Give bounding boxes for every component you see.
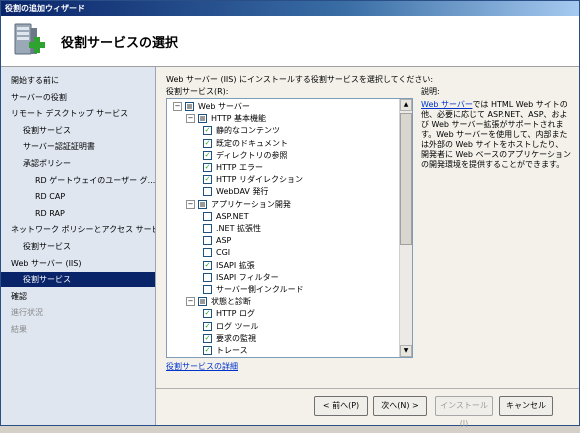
main-panel: Web サーバー (IIS) にインストールする役割サービスを選択してください:… bbox=[156, 67, 579, 425]
checkbox[interactable]: ✓ bbox=[203, 175, 212, 185]
checkbox[interactable] bbox=[203, 187, 212, 197]
instruction-text: Web サーバー (IIS) にインストールする役割サービスを選択してください: bbox=[166, 75, 434, 84]
checkbox[interactable]: ✓ bbox=[203, 126, 212, 136]
back-button[interactable]: < 前へ(P) bbox=[314, 396, 368, 416]
nav-step[interactable]: RD CAP bbox=[1, 189, 155, 204]
description-title: 説明: bbox=[421, 87, 440, 96]
checkbox[interactable]: ✓ bbox=[203, 260, 212, 270]
window-title: 役割の追加ウィザード bbox=[1, 1, 579, 16]
nav-step[interactable]: サーバー認証証明書 bbox=[1, 139, 155, 154]
checkbox[interactable] bbox=[203, 248, 212, 258]
tree-item-label: トレース bbox=[216, 346, 248, 355]
checkbox[interactable]: ✓ bbox=[203, 346, 212, 355]
tree-item-label: HTTP エラー bbox=[216, 163, 264, 172]
tree-item-label: ASP.NET bbox=[216, 211, 249, 221]
tree-item-label: HTTP ログ bbox=[216, 309, 256, 319]
checkbox[interactable]: ✓ bbox=[203, 138, 212, 148]
tree-item-label: ASP bbox=[216, 236, 232, 246]
tree-item-label: HTTP リダイレクション bbox=[216, 175, 304, 185]
tree-item-label: 静的なコンテンツ bbox=[216, 126, 280, 136]
server-add-icon bbox=[14, 23, 45, 55]
scroll-down-icon[interactable]: ▼ bbox=[400, 345, 412, 357]
nav-step[interactable]: Web サーバー (IIS) bbox=[1, 256, 155, 271]
nav-step[interactable]: 結果 bbox=[1, 322, 155, 337]
checkbox[interactable] bbox=[185, 102, 194, 111]
checkbox[interactable]: ✓ bbox=[203, 150, 212, 160]
wizard-window: 役割の追加ウィザード 役割サービスの選択 開始する前に サーバーの役割 リモート デ… bbox=[0, 0, 580, 428]
tree-item-label: ログ ツール bbox=[216, 321, 259, 331]
install-button[interactable]: インストール(I) bbox=[435, 396, 493, 428]
nav-step[interactable]: ネットワーク ポリシーとアクセス サービ... bbox=[1, 222, 155, 237]
cancel-button[interactable]: キャンセル bbox=[499, 396, 553, 416]
nav-step[interactable]: RD ゲートウェイのユーザー グ... bbox=[1, 173, 155, 188]
button-separator bbox=[156, 388, 579, 389]
scroll-up-icon[interactable]: ▲ bbox=[400, 99, 412, 111]
tree-item-label: HTTP 基本機能 bbox=[211, 114, 267, 124]
tree-item-label: WebDAV 発行 bbox=[216, 187, 269, 197]
collapse-icon[interactable]: − bbox=[186, 297, 195, 307]
tree-content: − Web サーバー − HTTP 基本機能 ✓ 静的なコンテンツ ✓ 既定のドキュメント ✓ デ… bbox=[167, 99, 400, 357]
tree-item-label: ISAPI フィルター bbox=[216, 272, 279, 282]
checkbox[interactable] bbox=[198, 297, 207, 307]
tree-item-label: ISAPI 拡張 bbox=[216, 260, 255, 270]
next-button[interactable]: 次へ(N) > bbox=[373, 396, 427, 416]
tree-item-label: アプリケーション開発 bbox=[211, 199, 291, 209]
description-text: Web サーバーでは HTML Web サイトの他、必要に応じて ASP.NET… bbox=[421, 100, 571, 170]
checkbox[interactable]: ✓ bbox=[203, 333, 212, 343]
checkbox[interactable]: ✓ bbox=[203, 163, 212, 172]
role-services-details-link[interactable]: 役割サービスの詳細 bbox=[166, 361, 238, 372]
tree-item-label: サーバー側インクルード bbox=[216, 285, 304, 294]
nav-step[interactable]: 役割サービス bbox=[1, 239, 155, 254]
tree-item-label: 要求の監視 bbox=[216, 333, 256, 343]
checkbox[interactable] bbox=[203, 285, 212, 294]
tree-label: 役割サービス(R): bbox=[166, 87, 229, 96]
nav-step[interactable]: 役割サービス bbox=[1, 272, 155, 288]
checkbox[interactable]: ✓ bbox=[203, 309, 212, 319]
nav-step[interactable]: 役割サービス bbox=[1, 123, 155, 138]
web-server-link[interactable]: Web サーバー bbox=[421, 100, 472, 109]
tree-item-label: CGI bbox=[216, 248, 231, 258]
collapse-icon[interactable]: − bbox=[186, 199, 195, 209]
scroll-thumb[interactable] bbox=[400, 113, 412, 245]
nav-step[interactable]: リモート デスクトップ サービス bbox=[1, 106, 155, 121]
nav-step[interactable]: 承認ポリシー bbox=[1, 156, 155, 171]
collapse-icon[interactable]: − bbox=[186, 114, 195, 124]
checkbox[interactable] bbox=[203, 236, 212, 246]
nav-step[interactable]: 開始する前に bbox=[1, 73, 155, 88]
tree-item-label: 既定のドキュメント bbox=[216, 138, 288, 148]
nav-step[interactable]: サーバーの役割 bbox=[1, 90, 155, 105]
nav-step[interactable]: 確認 bbox=[1, 289, 155, 304]
tree-item-label: Web サーバー bbox=[198, 102, 250, 111]
checkbox[interactable] bbox=[198, 114, 207, 124]
description-body: では HTML Web サイトの他、必要に応じて ASP.NET、ASP、および… bbox=[421, 100, 571, 169]
checkbox[interactable] bbox=[203, 211, 212, 221]
checkbox[interactable] bbox=[198, 199, 207, 209]
nav-step[interactable]: 進行状況 bbox=[1, 305, 155, 320]
wizard-steps-nav: 開始する前に サーバーの役割 リモート デスクトップ サービス 役割サービス サーバー認… bbox=[1, 67, 156, 425]
checkbox[interactable] bbox=[203, 272, 212, 282]
tree-scrollbar[interactable]: ▲ ▼ bbox=[399, 99, 412, 357]
tree-item-label: ディレクトリの参照 bbox=[216, 150, 288, 160]
wizard-header: 役割サービスの選択 bbox=[1, 16, 579, 67]
role-services-tree[interactable]: − Web サーバー − HTTP 基本機能 ✓ 静的なコンテンツ ✓ 既定のドキュメント ✓ デ… bbox=[166, 98, 413, 358]
nav-step[interactable]: RD RAP bbox=[1, 206, 155, 221]
tree-item-label: 状態と診断 bbox=[211, 297, 251, 307]
checkbox[interactable] bbox=[203, 224, 212, 233]
collapse-icon[interactable]: − bbox=[173, 102, 182, 111]
tree-item-label: .NET 拡張性 bbox=[216, 224, 262, 233]
checkbox[interactable]: ✓ bbox=[203, 321, 212, 331]
page-title: 役割サービスの選択 bbox=[61, 36, 179, 51]
